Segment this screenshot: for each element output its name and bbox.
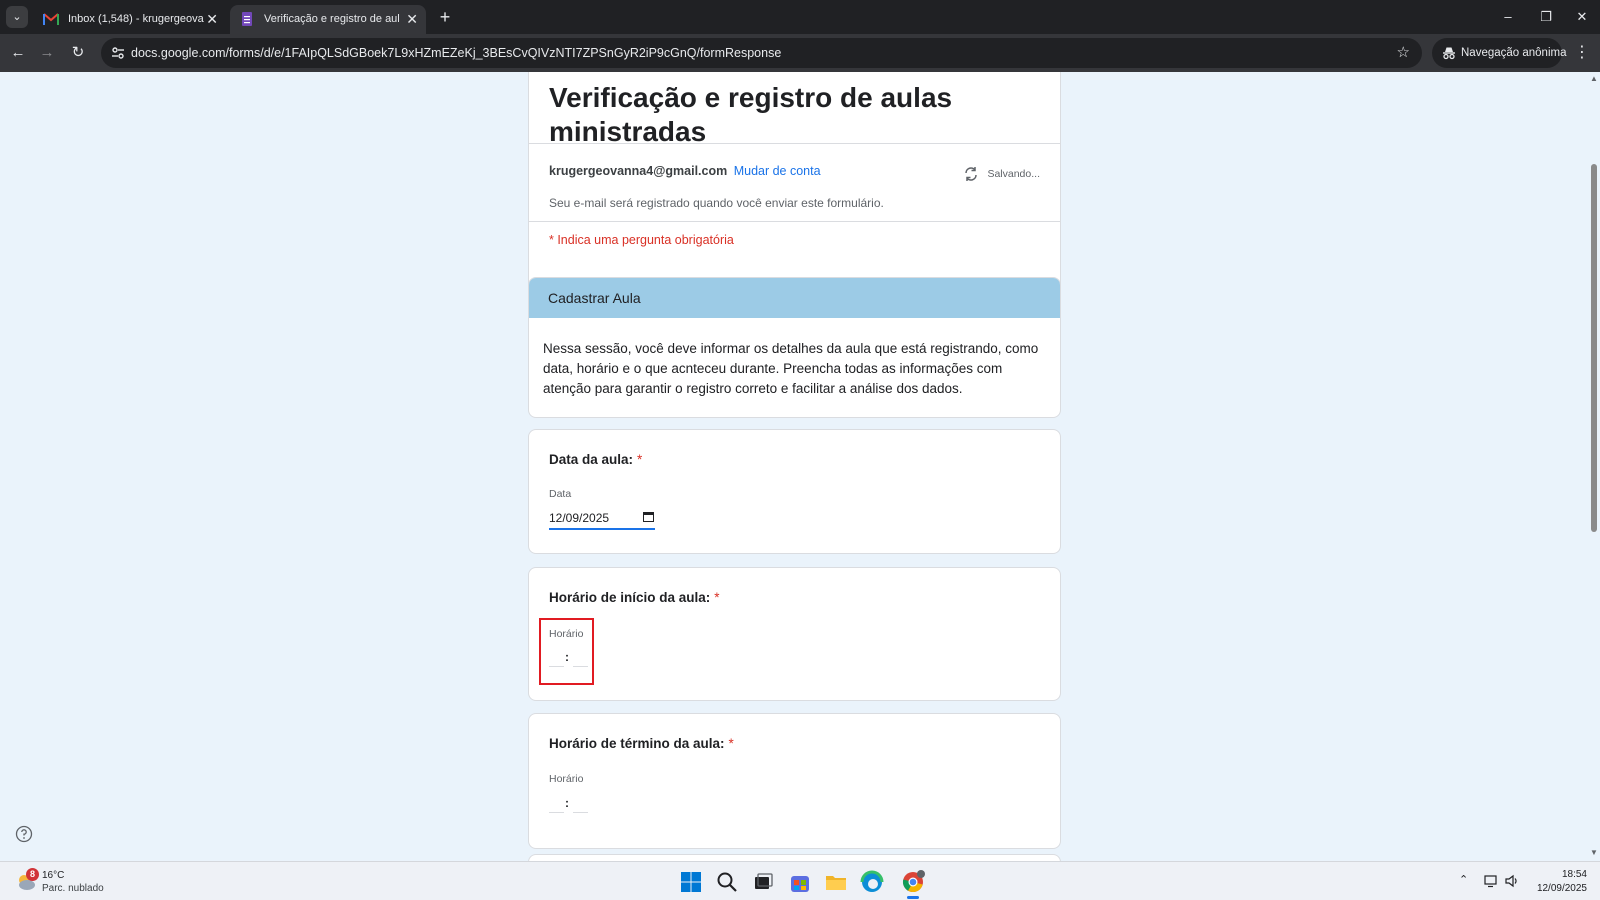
restore-icon[interactable]: ❐ bbox=[1527, 0, 1565, 34]
reload-icon[interactable]: ↻ bbox=[66, 41, 90, 65]
incognito-label: Navegação anônima bbox=[1461, 47, 1567, 59]
next-question-card bbox=[528, 854, 1061, 861]
account-email-row: krugergeovanna4@gmail.com Mudar de conta bbox=[549, 164, 821, 178]
field-label: Data bbox=[549, 488, 572, 500]
scroll-up-icon[interactable]: ▲ bbox=[1589, 74, 1599, 83]
gmail-icon bbox=[43, 13, 59, 25]
form-page: Verificação e registro de aulas ministra… bbox=[0, 72, 1600, 861]
date-value: 12/09/2025 bbox=[549, 511, 610, 525]
site-info-icon[interactable] bbox=[110, 45, 126, 61]
incognito-icon bbox=[1443, 47, 1455, 60]
section-card: Cadastrar Aula Nessa sessão, você deve i… bbox=[528, 277, 1061, 418]
scroll-thumb[interactable] bbox=[1591, 164, 1597, 532]
tab-title: Verificação e registro de aulas m bbox=[264, 13, 400, 25]
forward-arrow-icon[interactable]: → bbox=[35, 41, 59, 65]
close-window-icon[interactable]: ✕ bbox=[1563, 0, 1600, 34]
form-title: Verificação e registro de aulas ministra… bbox=[549, 82, 953, 147]
date-input[interactable]: 12/09/2025 bbox=[549, 508, 655, 530]
hour-input[interactable] bbox=[549, 799, 564, 813]
scroll-down-icon[interactable]: ▼ bbox=[1589, 848, 1599, 857]
new-tab-button[interactable]: + bbox=[434, 5, 456, 29]
bookmark-star-icon[interactable]: ☆ bbox=[1397, 38, 1410, 68]
section-description: Nessa sessão, você deve informar os deta… bbox=[543, 341, 1039, 396]
question-title: Horário de término da aula: * bbox=[549, 736, 734, 751]
task-view-icon[interactable] bbox=[750, 869, 776, 895]
address-bar[interactable]: docs.google.com/forms/d/e/1FAIpQLSdGBoek… bbox=[101, 38, 1422, 68]
end-time-input[interactable]: : bbox=[549, 796, 589, 816]
tray-expand-chevron-icon[interactable]: ⌃ bbox=[1459, 873, 1468, 886]
question-title: Data da aula: * bbox=[549, 452, 642, 467]
weather-temperature[interactable]: 16°C bbox=[42, 870, 64, 881]
google-forms-icon bbox=[242, 12, 252, 26]
tab-search-chevron-icon[interactable]: ⌄ bbox=[6, 6, 28, 28]
question-title-text: Horário de início da aula: bbox=[549, 590, 711, 605]
edge-browser-icon[interactable] bbox=[859, 869, 885, 895]
question-card-start-time: Horário de início da aula: * Horário : bbox=[528, 567, 1061, 701]
clock-date[interactable]: 12/09/2025 bbox=[1537, 883, 1587, 894]
help-icon[interactable] bbox=[15, 825, 33, 843]
weather-description[interactable]: Parc. nublado bbox=[42, 883, 104, 894]
divider bbox=[529, 143, 1060, 144]
field-label: Horário bbox=[549, 773, 584, 785]
page-scrollbar[interactable]: ▲ ▼ bbox=[1588, 72, 1600, 861]
microsoft-store-icon[interactable] bbox=[787, 869, 813, 895]
volume-icon[interactable] bbox=[1504, 874, 1520, 888]
required-note: * Indica uma pergunta obrigatória bbox=[549, 233, 734, 247]
question-title-text: Data da aula: bbox=[549, 452, 634, 467]
browser-menu-icon[interactable]: ⋮ bbox=[1572, 41, 1592, 65]
sync-icon bbox=[965, 167, 977, 181]
weather-badge: 8 bbox=[26, 868, 39, 881]
calendar-icon[interactable] bbox=[643, 511, 654, 522]
url-text: docs.google.com/forms/d/e/1FAIpQLSdGBoek… bbox=[131, 46, 782, 60]
active-app-indicator bbox=[907, 896, 919, 899]
file-explorer-icon[interactable] bbox=[823, 869, 849, 895]
minute-input[interactable] bbox=[573, 799, 588, 813]
email-note: Seu e-mail será registrado quando você e… bbox=[549, 196, 884, 210]
time-separator: : bbox=[565, 796, 569, 810]
tab-gmail[interactable]: Inbox (1,548) - krugergeovanna ✕ bbox=[34, 5, 226, 34]
browser-toolbar: ← → ↻ docs.google.com/forms/d/e/1FAIpQLS… bbox=[0, 34, 1600, 72]
close-tab-icon[interactable]: ✕ bbox=[206, 5, 218, 34]
divider bbox=[529, 221, 1060, 222]
clock-time[interactable]: 18:54 bbox=[1562, 869, 1587, 880]
browser-tab-bar: ⌄ Inbox (1,548) - krugergeovanna ✕ Verif… bbox=[0, 0, 1600, 34]
required-star: * bbox=[714, 590, 720, 605]
required-star: * bbox=[728, 736, 734, 751]
incognito-indicator[interactable]: Navegação anônima bbox=[1432, 38, 1567, 68]
section-title: Cadastrar Aula bbox=[529, 278, 1060, 318]
question-card-end-time: Horário de término da aula: * Horário : bbox=[528, 713, 1061, 849]
search-icon[interactable] bbox=[714, 869, 740, 895]
close-tab-icon[interactable]: ✕ bbox=[406, 5, 418, 34]
network-icon[interactable] bbox=[1484, 874, 1500, 888]
question-title-text: Horário de término da aula: bbox=[549, 736, 725, 751]
highlight-annotation-box bbox=[539, 618, 594, 685]
question-title: Horário de início da aula: * bbox=[549, 590, 720, 605]
switch-account-link[interactable]: Mudar de conta bbox=[734, 164, 821, 178]
required-star: * bbox=[637, 452, 643, 467]
windows-taskbar: 8 16°C Parc. nublado ⌃ 18:54 12/09/2025 bbox=[0, 861, 1600, 900]
question-card-date: Data da aula: * Data 12/09/2025 bbox=[528, 429, 1061, 554]
minimize-icon[interactable]: – bbox=[1489, 0, 1527, 34]
windows-start-icon[interactable] bbox=[678, 869, 704, 895]
chrome-browser-icon[interactable] bbox=[900, 869, 926, 895]
account-email: krugergeovanna4@gmail.com bbox=[549, 164, 728, 178]
saving-status: Salvando... bbox=[987, 168, 1040, 180]
back-arrow-icon[interactable]: ← bbox=[6, 41, 30, 65]
tab-google-forms[interactable]: Verificação e registro de aulas m ✕ bbox=[230, 5, 426, 34]
tab-title: Inbox (1,548) - krugergeovanna bbox=[68, 13, 204, 25]
